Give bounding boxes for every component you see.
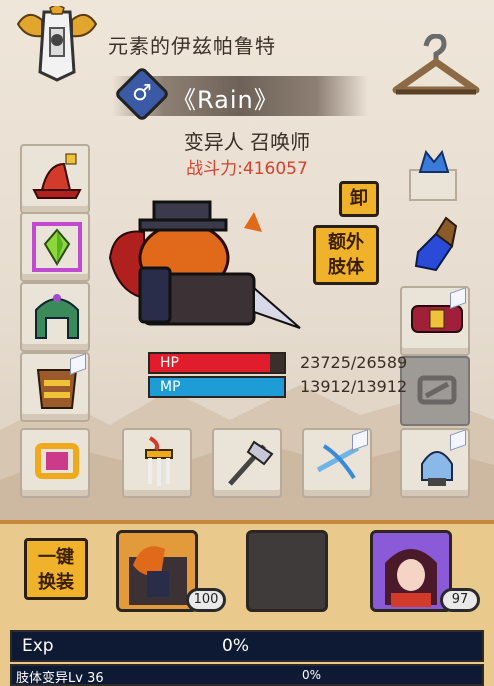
- hp-value: 23725/26589: [300, 353, 408, 372]
- slot-axe[interactable]: [212, 428, 282, 498]
- extra-limb-button[interactable]: 额外 肢体: [313, 225, 379, 285]
- empty-slot-icon: [417, 375, 457, 405]
- gem-icon: [32, 222, 82, 272]
- slot-hat[interactable]: [20, 144, 90, 214]
- wardrobe-hanger-icon[interactable]: [392, 34, 480, 102]
- slot-trident[interactable]: [122, 428, 192, 498]
- slot-crossbow[interactable]: [302, 428, 372, 498]
- trident-icon: [145, 436, 173, 486]
- one-key-equip-button[interactable]: 一键 换装: [24, 538, 88, 600]
- slot-shield[interactable]: [400, 144, 470, 214]
- exp-label: Exp: [22, 636, 54, 656]
- guild-name: 元素的伊兹帕鲁特: [108, 34, 276, 58]
- ring-left-icon: [35, 443, 79, 479]
- character-sprite: [108, 200, 301, 329]
- pet-slot-2-empty[interactable]: [246, 530, 328, 612]
- gloves-icon: [414, 216, 458, 272]
- mp-value: 13912/13912: [300, 377, 408, 396]
- axe-icon: [228, 440, 274, 486]
- combat-power-value: 416057: [242, 159, 308, 179]
- slot-ring-left[interactable]: [20, 428, 90, 498]
- hp-label: HP: [160, 355, 179, 371]
- hp-bar: HP: [148, 352, 286, 374]
- hat-icon: [32, 153, 82, 199]
- slot-gem[interactable]: [20, 212, 90, 282]
- slot-armor[interactable]: [20, 352, 90, 422]
- exp-percent: 0%: [222, 636, 249, 656]
- limb-exp-percent: 0%: [302, 668, 322, 682]
- slot-gloves[interactable]: [400, 212, 470, 282]
- guild-emblem-icon[interactable]: [14, 6, 100, 82]
- mp-label: MP: [160, 379, 181, 395]
- slot-helmet[interactable]: [20, 282, 90, 352]
- combat-power-label: 战斗力:: [186, 159, 243, 179]
- limb-exp-label: 肢体变异Lv 36: [16, 671, 104, 686]
- slot-lantern[interactable]: [400, 428, 470, 498]
- pet-portrait-icon: [129, 546, 187, 605]
- unequip-button[interactable]: 卸: [339, 181, 379, 217]
- shield-icon: [409, 149, 457, 201]
- slot-empty-right[interactable]: [400, 356, 470, 426]
- extra-limb-label-1: 额外: [328, 232, 364, 253]
- one-key-label-1: 一键: [38, 547, 74, 568]
- extra-limb-label-2: 肢体: [328, 257, 364, 278]
- one-key-label-2: 换装: [38, 572, 74, 593]
- pet-level-badge: 97: [440, 588, 480, 612]
- pet-level-badge: 100: [186, 588, 226, 612]
- mp-bar: MP: [148, 376, 286, 398]
- player-name: 《Rain》: [172, 86, 279, 114]
- helmet-icon: [35, 294, 79, 339]
- slot-belt[interactable]: [400, 286, 470, 356]
- pet-portrait-icon: [385, 549, 437, 607]
